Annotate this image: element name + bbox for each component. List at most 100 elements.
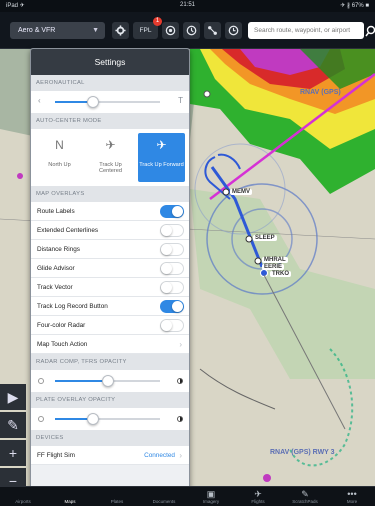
- slider-knob[interactable]: [86, 96, 99, 108]
- overlay-label: Extended Centerlines: [37, 227, 99, 234]
- autocenter-track-up-forward[interactable]: ✈ Track Up Forward: [138, 133, 185, 182]
- high-opacity-icon: [177, 378, 183, 384]
- section-header-autocenter: AUTO-CENTER MODE: [31, 113, 189, 129]
- section-header-aeronautical: AERONAUTICAL: [31, 75, 189, 91]
- toggle-knob: [161, 225, 172, 236]
- overlay-row: Distance Rings: [31, 240, 189, 259]
- map-layer-selector[interactable]: Aero & VFR ▼: [10, 22, 105, 39]
- battery-indicator: ✈ ∦ 67% ■: [340, 3, 369, 9]
- zoom-in-button[interactable]: +: [0, 440, 26, 466]
- tab-flights[interactable]: ✈ Flights: [235, 489, 281, 504]
- history-button[interactable]: [225, 22, 242, 39]
- toggle-knob: [161, 244, 172, 255]
- gear-icon: [115, 25, 126, 36]
- device-status: Connected: [144, 452, 175, 459]
- distance-rings-toggle[interactable]: [160, 243, 184, 256]
- aeronautical-slider-row: ‹ T: [31, 91, 189, 113]
- tab-scratchpads[interactable]: ✎ ScratchPads: [282, 489, 328, 504]
- four-color-radar-toggle[interactable]: [160, 319, 184, 332]
- search-icon[interactable]: [364, 24, 375, 38]
- more-icon: •••: [347, 489, 357, 499]
- layers-button[interactable]: [162, 22, 179, 39]
- search-input[interactable]: [248, 22, 364, 39]
- fpl-label: FPL: [139, 27, 152, 34]
- chevron-right-icon: ›: [179, 340, 182, 349]
- approach-label: RNAV (GPS) RWY 3: [270, 449, 335, 456]
- plane-icon: ✈: [254, 489, 262, 499]
- device-row[interactable]: FF Flight Sim Connected ›: [31, 446, 189, 465]
- zoom-out-button[interactable]: −: [0, 468, 26, 486]
- overlay-label: Glide Advisor: [37, 265, 75, 272]
- tab-plates[interactable]: Plates: [94, 489, 140, 504]
- slider-knob[interactable]: [101, 375, 114, 387]
- chevron-left-icon: ‹: [38, 96, 41, 105]
- map-layer-label: Aero & VFR: [18, 27, 56, 34]
- settings-button[interactable]: [112, 22, 129, 39]
- overlay-label: Route Labels: [37, 208, 75, 215]
- aeronautical-slider[interactable]: [55, 96, 160, 108]
- clock-icon: [186, 25, 197, 36]
- autocenter-label: Track Up Centered: [98, 162, 122, 174]
- top-toolbar: Aero & VFR ▼ FPL 1: [0, 12, 375, 49]
- mic-button[interactable]: ▶: [0, 384, 26, 410]
- text-size-label: T: [178, 96, 183, 105]
- extended-centerlines-toggle[interactable]: [160, 224, 184, 237]
- chevron-down-icon: ▼: [92, 27, 99, 34]
- waypoint-label: TRKO: [270, 271, 291, 277]
- section-header-devices: DEVICES: [31, 430, 189, 446]
- route-labels-toggle[interactable]: [160, 205, 184, 218]
- radar-opacity-slider[interactable]: [55, 375, 160, 387]
- plate-opacity-slider[interactable]: [55, 413, 160, 425]
- fpl-button[interactable]: FPL 1: [133, 17, 162, 39]
- tab-label: Flights: [251, 499, 265, 504]
- overlay-row: Route Labels: [31, 202, 189, 221]
- overlay-label: Four-color Radar: [37, 322, 86, 329]
- autocenter-label: North Up: [48, 162, 71, 168]
- toggle-knob: [161, 263, 172, 274]
- overlay-row: Track Vector: [31, 278, 189, 297]
- autocenter-north-up[interactable]: N North Up: [36, 133, 83, 182]
- waypoint-label: SLEEP: [253, 235, 277, 241]
- tab-more[interactable]: ••• More: [329, 489, 375, 504]
- device-name: FF Flight Sim: [37, 452, 75, 459]
- map-side-tools: ▶ ✎ + −: [0, 384, 30, 486]
- glide-advisor-toggle[interactable]: [160, 262, 184, 275]
- pencil-button[interactable]: ✎: [0, 412, 26, 438]
- tab-label: Documents: [152, 499, 176, 504]
- autocenter-label: Track Up Forward: [139, 162, 184, 168]
- fpl-badge: 1: [153, 17, 162, 26]
- waypoint-label: EERIE: [262, 264, 285, 270]
- status-bar: iPad ✈ 21:51 ✈ ∦ 67% ■: [0, 0, 375, 12]
- low-opacity-icon: [38, 416, 44, 422]
- plate-opacity-row: [31, 408, 189, 430]
- plane-icon: ✈: [105, 138, 116, 152]
- overlay-label: Track Vector: [37, 284, 73, 291]
- north-up-icon: N: [55, 138, 64, 152]
- tab-maps[interactable]: Maps: [47, 489, 93, 504]
- map-touch-action-row[interactable]: Map Touch Action ›: [31, 335, 189, 354]
- section-header-overlays: MAP OVERLAYS: [31, 186, 189, 202]
- settings-panel: Settings AERONAUTICAL ‹ T AUTO-CENTER MO…: [30, 48, 190, 498]
- track-vector-toggle[interactable]: [160, 281, 184, 294]
- section-header-plate-opacity: PLATE OVERLAY OPACITY: [31, 392, 189, 408]
- autocenter-track-up-centered[interactable]: ✈ Track Up Centered: [87, 133, 134, 182]
- tab-label: ScratchPads: [292, 499, 318, 504]
- track-log-record-toggle[interactable]: [160, 300, 184, 313]
- autocenter-mode-group: N North Up ✈ Track Up Centered ✈ Track U…: [31, 129, 189, 186]
- plate-icon: [94, 489, 140, 499]
- timer-button[interactable]: [183, 22, 200, 39]
- slider-knob[interactable]: [86, 413, 99, 425]
- tab-documents[interactable]: Documents: [141, 489, 187, 504]
- plane-icon: ✈: [156, 138, 167, 152]
- airport-icon: [0, 489, 46, 499]
- high-opacity-icon: [177, 416, 183, 422]
- settings-title: Settings: [31, 49, 189, 75]
- toggle-knob: [172, 206, 183, 217]
- document-icon: [141, 489, 187, 499]
- tab-imagery[interactable]: ▣ Imagery: [188, 489, 234, 504]
- radar-opacity-row: [31, 370, 189, 392]
- bottom-tab-bar: Airports Maps Plates Documents ▣ Imagery …: [0, 486, 375, 506]
- overlay-row: Four-color Radar: [31, 316, 189, 335]
- tab-airports[interactable]: Airports: [0, 489, 46, 504]
- direct-to-button[interactable]: [204, 22, 221, 39]
